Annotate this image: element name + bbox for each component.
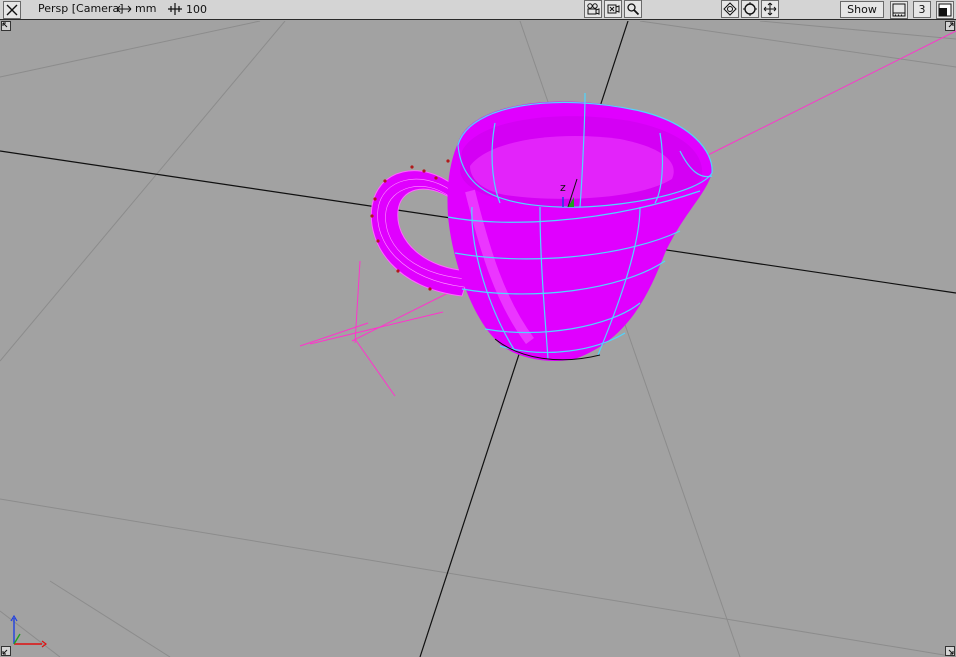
grid-size-readout[interactable]: 100 (166, 2, 207, 16)
circle-frame-icon[interactable] (741, 0, 759, 18)
corner-resize-bottom-right[interactable] (945, 646, 955, 656)
axis-triad-icon (10, 614, 47, 648)
rotate-view-icon[interactable] (721, 0, 739, 18)
maximize-icon[interactable] (936, 1, 954, 19)
units-label: mm (135, 2, 157, 15)
layout-number[interactable]: 3 (913, 1, 931, 18)
magnifier-icon[interactable] (624, 0, 642, 18)
units-readout[interactable]: mm (116, 2, 156, 15)
corner-resize-top-left[interactable] (1, 21, 11, 31)
corner-resize-top-right[interactable] (945, 21, 955, 31)
viewport-toolbar: Persp [Camera] mm 100 Show 3 (0, 0, 956, 20)
move-arrows-icon[interactable] (761, 0, 779, 18)
scene-canvas[interactable]: z (0, 21, 956, 657)
camera-tools (583, 0, 643, 18)
double-arrow-icon (116, 5, 132, 12)
grid-size-label: 100 (186, 2, 207, 16)
z-axis-label: z (560, 181, 566, 194)
view-label[interactable]: Persp [Camera] (38, 2, 124, 15)
show-button[interactable]: Show (840, 1, 884, 18)
layout-icon[interactable] (890, 1, 908, 19)
world-axes (0, 21, 956, 657)
close-x-icon[interactable] (3, 1, 21, 19)
camera-icon[interactable] (584, 0, 602, 18)
cup-body[interactable] (447, 92, 713, 361)
perspective-viewport[interactable]: z (0, 21, 956, 657)
display-tools (720, 0, 780, 18)
grid-cross-icon (168, 3, 182, 15)
film-camera-icon[interactable] (604, 0, 622, 18)
grid-lines (0, 21, 956, 657)
